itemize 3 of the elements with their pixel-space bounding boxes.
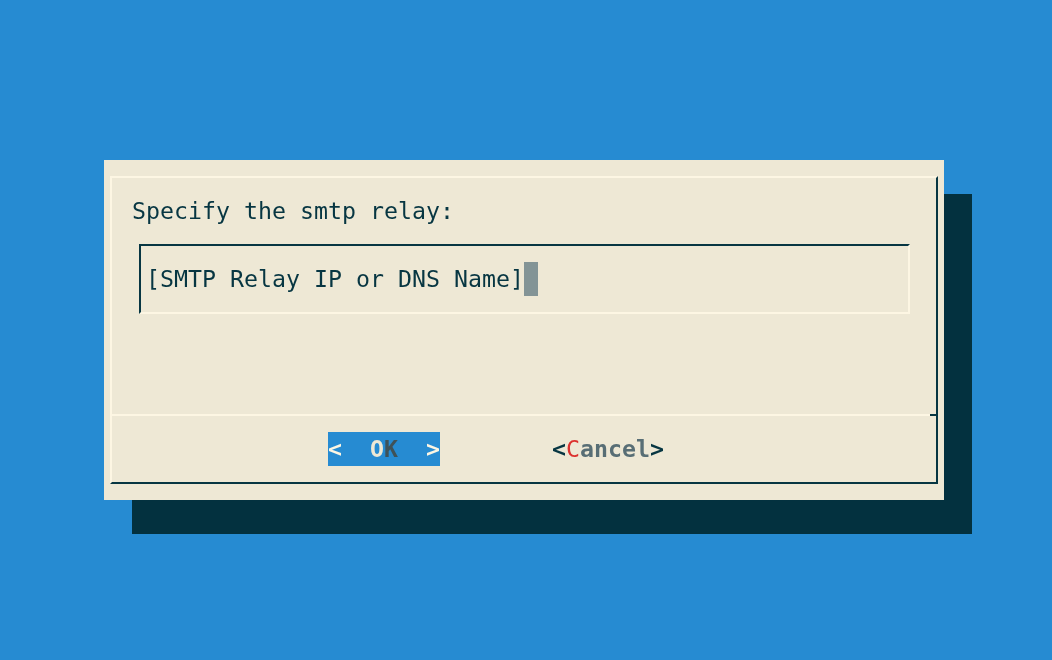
prompt-text: Specify the smtp relay: <box>132 196 454 226</box>
dialog-button[interactable]: <Cancel> <box>552 432 664 466</box>
input-field[interactable]: [SMTP Relay IP or DNS Name] <box>139 244 910 314</box>
